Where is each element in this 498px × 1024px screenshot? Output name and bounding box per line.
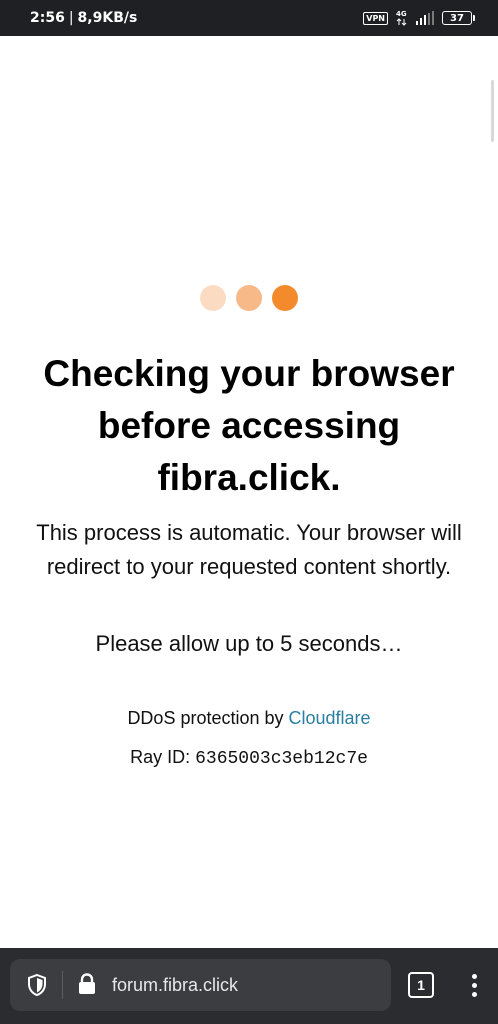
- scrollbar[interactable]: [491, 80, 494, 142]
- status-right: VPN 4G 37: [363, 0, 475, 36]
- signal-icon: [416, 11, 434, 25]
- cloudflare-link[interactable]: Cloudflare: [289, 708, 371, 728]
- status-left: 2:56 | 8,9KB/s: [30, 0, 137, 36]
- address-bar[interactable]: forum.fibra.click: [10, 959, 391, 1011]
- shield-icon[interactable]: [26, 973, 48, 997]
- ray-id-value: 6365003c3eb12c7e: [195, 749, 368, 769]
- status-time: 2:56: [30, 10, 65, 26]
- loading-dot: [272, 285, 298, 311]
- lock-icon[interactable]: [76, 972, 98, 996]
- loading-indicator: [200, 285, 298, 311]
- status-bar: 2:56 | 8,9KB/s VPN 4G 37: [0, 0, 498, 36]
- wait-notice: Please allow up to 5 seconds…: [95, 631, 403, 656]
- loading-dot: [236, 285, 262, 311]
- status-net-speed: 8,9KB/s: [77, 10, 138, 26]
- page-content: Checking your browser before accessing f…: [0, 36, 498, 948]
- ddos-prefix: DDoS protection by: [127, 708, 289, 728]
- process-description: This process is automatic. Your browser …: [36, 520, 462, 579]
- ray-id: Ray ID: 6365003c3eb12c7e: [20, 743, 478, 773]
- address-bar-divider: [62, 971, 63, 999]
- status-separator: |: [68, 10, 74, 26]
- more-vert-icon[interactable]: [462, 968, 486, 1002]
- tabs-icon[interactable]: 1: [408, 972, 434, 998]
- page-title: Checking your browser before accessing f…: [43, 353, 455, 498]
- ddos-protection-text: DDoS protection by Cloudflare: [20, 705, 478, 731]
- battery-level: 37: [450, 12, 464, 24]
- url-text[interactable]: forum.fibra.click: [112, 959, 238, 1011]
- browser-toolbar: forum.fibra.click 1: [0, 948, 498, 1024]
- tab-count: 1: [417, 977, 425, 993]
- battery-icon: 37: [442, 11, 475, 25]
- loading-dot: [200, 285, 226, 311]
- vpn-icon: VPN: [363, 11, 388, 25]
- ray-id-label: Ray ID:: [130, 747, 196, 767]
- network-type-icon: 4G: [396, 10, 408, 26]
